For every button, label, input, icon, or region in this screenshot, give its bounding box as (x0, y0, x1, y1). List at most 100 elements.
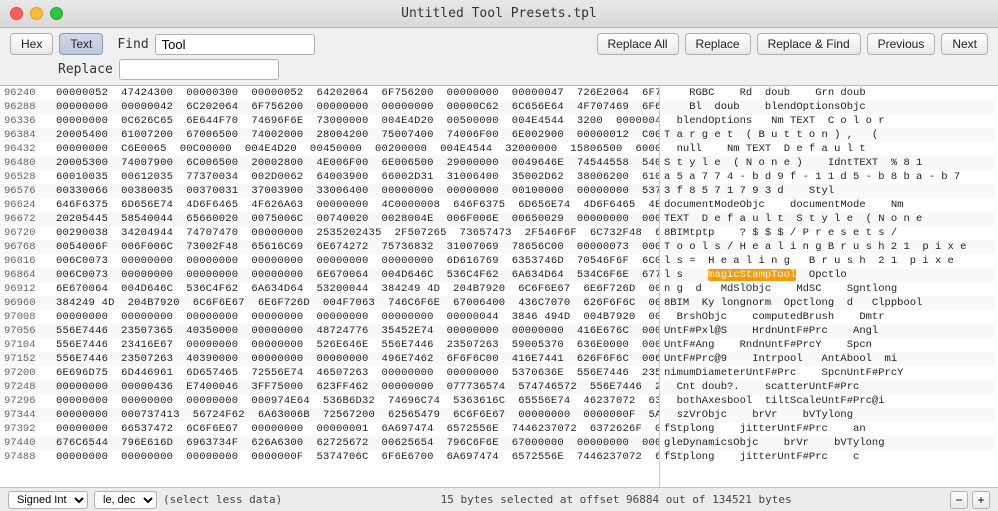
hex-row: 9624000000052 47424300 00000300 00000052… (0, 86, 659, 100)
hex-bytes: 006C0073 00000000 00000000 00000000 0000… (56, 255, 660, 267)
hex-row-num: 96864 (4, 269, 56, 281)
hex-bytes: 556E7446 23507365 40350000 00000000 4872… (56, 325, 660, 337)
text-panel[interactable]: RGBC Rd doub Grn doub Bl doub blendOptio… (660, 86, 998, 487)
selection-info: (select less data) (163, 493, 282, 506)
hex-bytes: 6E696D75 6D446961 6D657465 72556E74 4650… (56, 367, 660, 379)
hex-bytes: 00000000 C6E0065 00C00000 004E4D20 00450… (56, 143, 660, 155)
hex-row-num: 97392 (4, 423, 56, 435)
text-row: bothAxesbool tiltScaleUntF#Prc@i (664, 394, 994, 408)
window-controls (10, 7, 63, 20)
minimize-button[interactable] (30, 7, 43, 20)
text-row: gleDynamicsObjc brVr bVTylong (664, 436, 994, 450)
format-select[interactable]: le, dec (94, 491, 157, 509)
status-bar: Signed Int le, dec (select less data) 15… (0, 487, 998, 511)
text-row: T a r g e t ( B u t t o n ) , ( (664, 128, 994, 142)
text-row: T o o l s / H e a l i n g B r u s h 2 1 … (664, 240, 994, 254)
hex-button[interactable]: Hex (10, 33, 53, 55)
previous-button[interactable]: Previous (867, 33, 936, 55)
hex-row-num: 97008 (4, 311, 56, 323)
hex-bytes: 646F6375 6D656E74 4D6F6465 4F626A63 0000… (56, 199, 660, 211)
text-row: UntF#Pxl@S HrdnUntF#Prc Angl (664, 324, 994, 338)
find-label: Find (117, 37, 148, 52)
hex-bytes: 00000000 66537472 6C6F6E67 00000000 0000… (56, 423, 660, 435)
hex-row: 97152556E7446 23507263 40390000 00000000… (0, 352, 659, 366)
hex-bytes: 00330066 00380035 00370031 37003900 3300… (56, 185, 660, 197)
hex-row: 97056556E7446 23507365 40350000 00000000… (0, 324, 659, 338)
maximize-button[interactable] (50, 7, 63, 20)
hex-bytes: 556E7446 23507263 40390000 00000000 0000… (56, 353, 660, 365)
hex-row: 9638420005400 61007200 67006500 74002000… (0, 128, 659, 142)
title-bar: Untitled Tool Presets.tpl (0, 0, 998, 28)
hex-row-num: 97056 (4, 325, 56, 337)
text-row: S t y l e ( N o n e ) IdntTEXT % 8 1 (664, 156, 994, 170)
hex-bytes: 00000000 000737413 56724F62 6A63006B 725… (56, 409, 660, 421)
hex-row-num: 97104 (4, 339, 56, 351)
hex-panel[interactable]: 9624000000052 47424300 00000300 00000052… (0, 86, 660, 487)
replace-label: Replace (58, 62, 113, 77)
hex-row-num: 97296 (4, 395, 56, 407)
hex-row-num: 97488 (4, 451, 56, 463)
replace-input[interactable] (119, 59, 279, 80)
hex-row-num: 97248 (4, 381, 56, 393)
hex-row: 9643200000000 C6E0065 00C00000 004E4D20 … (0, 142, 659, 156)
text-row: Bl doub blendOptionsObjc (664, 100, 994, 114)
hex-bytes: 00000000 00000436 E7400046 3FF75000 623F… (56, 381, 660, 393)
close-button[interactable] (10, 7, 23, 20)
text-row: null Nm TEXT D e f a u l t (664, 142, 994, 156)
hex-row-num: 96336 (4, 115, 56, 127)
hex-row-num: 97440 (4, 437, 56, 449)
main-content: 9624000000052 47424300 00000300 00000052… (0, 86, 998, 487)
type-select[interactable]: Signed Int (8, 491, 88, 509)
hex-bytes: 20205445 58540044 65660020 0075006C 0074… (56, 213, 660, 225)
hex-bytes: 676C6544 796E616D 6963734F 626A6300 6272… (56, 437, 660, 449)
hex-row-num: 96624 (4, 199, 56, 211)
text-row: 8BIMtptp ? $ $ $ / P r e s e t s / (664, 226, 994, 240)
hex-row-num: 96720 (4, 227, 56, 239)
hex-row: 97440676C6544 796E616D 6963734F 626A6300… (0, 436, 659, 450)
hex-row: 96816006C0073 00000000 00000000 00000000… (0, 254, 659, 268)
hex-row: 9739200000000 66537472 6C6F6E67 00000000… (0, 422, 659, 436)
text-row: n g d MdSlObjc MdSC Sgntlong (664, 282, 994, 296)
next-button[interactable]: Next (941, 33, 988, 55)
hex-bytes: 00000052 47424300 00000300 00000052 6420… (56, 87, 660, 99)
replace-all-button[interactable]: Replace All (597, 33, 679, 55)
hex-bytes: 6E670064 004D646C 536C4F62 6A634D64 5320… (56, 283, 660, 295)
hex-bytes: 00000000 00000000 00000000 00000000 0000… (56, 311, 660, 323)
highlight-text: magicStampTool (708, 269, 796, 281)
text-row: nimumDiameterUntF#Prc SpcnUntF#PrcY (664, 366, 994, 380)
text-row: fStplong jitterUntF#Prc c (664, 450, 994, 464)
replace-button[interactable]: Replace (685, 33, 751, 55)
hex-bytes: 384249 4D 204B7920 6C6F6E67 6E6F726D 004… (56, 297, 660, 309)
hex-row: 9648020005300 74007900 6C006500 20002800… (0, 156, 659, 170)
hex-row: 9724800000000 00000436 E7400046 3FF75000… (0, 380, 659, 394)
hex-row: 96960384249 4D 204B7920 6C6F6E67 6E6F726… (0, 296, 659, 310)
hex-row-num: 96912 (4, 283, 56, 295)
hex-bytes: 60010035 00612035 77370034 002D0062 6400… (56, 171, 660, 183)
text-row: documentModeObjc documentMode Nm (664, 198, 994, 212)
hex-bytes: 00000000 00000000 00000000 0000000F 5374… (56, 451, 660, 463)
hex-row: 967680054006F 006F006C 73002F48 65616C69… (0, 240, 659, 254)
text-button[interactable]: Text (59, 33, 103, 55)
hex-row: 9672000290038 34204944 74707470 00000000… (0, 226, 659, 240)
text-row: TEXT D e f a u l t S t y l e ( N o n e (664, 212, 994, 226)
text-row: szVrObjc brVr bVTylong (664, 408, 994, 422)
hex-row: 97104556E7446 23416E67 00000000 00000000… (0, 338, 659, 352)
minus-button[interactable]: − (950, 491, 968, 509)
text-row: l s = H e a l i n g B r u s h 2 1 p i x … (664, 254, 994, 268)
hex-row: 9652860010035 00612035 77370034 002D0062… (0, 170, 659, 184)
hex-bytes: 0054006F 006F006C 73002F48 65616C69 6E67… (56, 241, 660, 253)
hex-row-num: 96672 (4, 213, 56, 225)
hex-row-num: 96960 (4, 297, 56, 309)
find-input[interactable] (155, 34, 315, 55)
hex-bytes: 00000000 00000042 6C202064 6F756200 0000… (56, 101, 660, 113)
hex-row: 96864006C0073 00000000 00000000 00000000… (0, 268, 659, 282)
hex-row: 9628800000000 00000042 6C202064 6F756200… (0, 100, 659, 114)
text-row: UntF#Prc@9 Intrpool AntAbool mi (664, 352, 994, 366)
text-row: fStplong jitterUntF#Prc an (664, 422, 994, 436)
replace-find-button[interactable]: Replace & Find (757, 33, 861, 55)
plus-button[interactable]: + (972, 491, 990, 509)
hex-bytes: 556E7446 23416E67 00000000 00000000 526E… (56, 339, 660, 351)
hex-row: 96624646F6375 6D656E74 4D6F6465 4F626A63… (0, 198, 659, 212)
text-row: l s magicStampTool Opctlo (664, 268, 994, 282)
status-main-text: 15 bytes selected at offset 96884 out of… (441, 493, 792, 506)
